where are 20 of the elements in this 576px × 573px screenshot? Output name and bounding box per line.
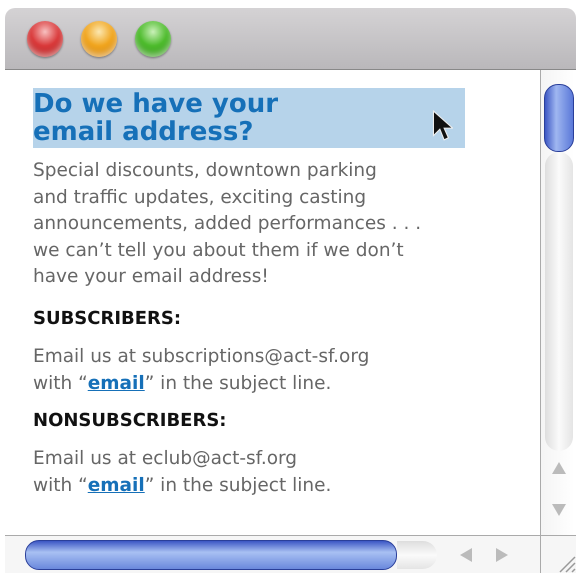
pointer-cursor-icon	[431, 110, 453, 142]
email-link[interactable]: email	[88, 474, 145, 496]
horizontal-scrollbar[interactable]	[5, 535, 540, 573]
scroll-thumb[interactable]	[544, 84, 574, 152]
scroll-thumb[interactable]	[25, 540, 397, 570]
section-title: SUBSCRIBERS:	[33, 306, 182, 330]
scroll-left-icon[interactable]	[459, 546, 473, 562]
intro-paragraph: Special discounts, downtown parking and traffic updates, exciting casting announcements, added performances . . . we can’t tell you about them if we don’t have your email address!	[33, 159, 422, 289]
email-link[interactable]: email	[88, 372, 145, 394]
minimize-button[interactable]	[81, 20, 117, 56]
zoom-button[interactable]	[135, 20, 171, 56]
vertical-scrollbar[interactable]	[540, 70, 576, 535]
heading: Do we have your email address?	[33, 88, 465, 148]
section-title: NONSUBSCRIBERS:	[33, 408, 228, 432]
scroll-down-icon[interactable]	[550, 503, 566, 517]
scroll-right-icon[interactable]	[495, 546, 509, 562]
close-button[interactable]	[27, 20, 63, 56]
scroll-up-icon[interactable]	[550, 461, 566, 475]
contact-text: Email us at subscriptions@act-sf.org with “email” in the subject line.	[33, 344, 370, 396]
contact-text: Email us at eclub@act-sf.org with “email” in the subject line.	[33, 446, 332, 498]
